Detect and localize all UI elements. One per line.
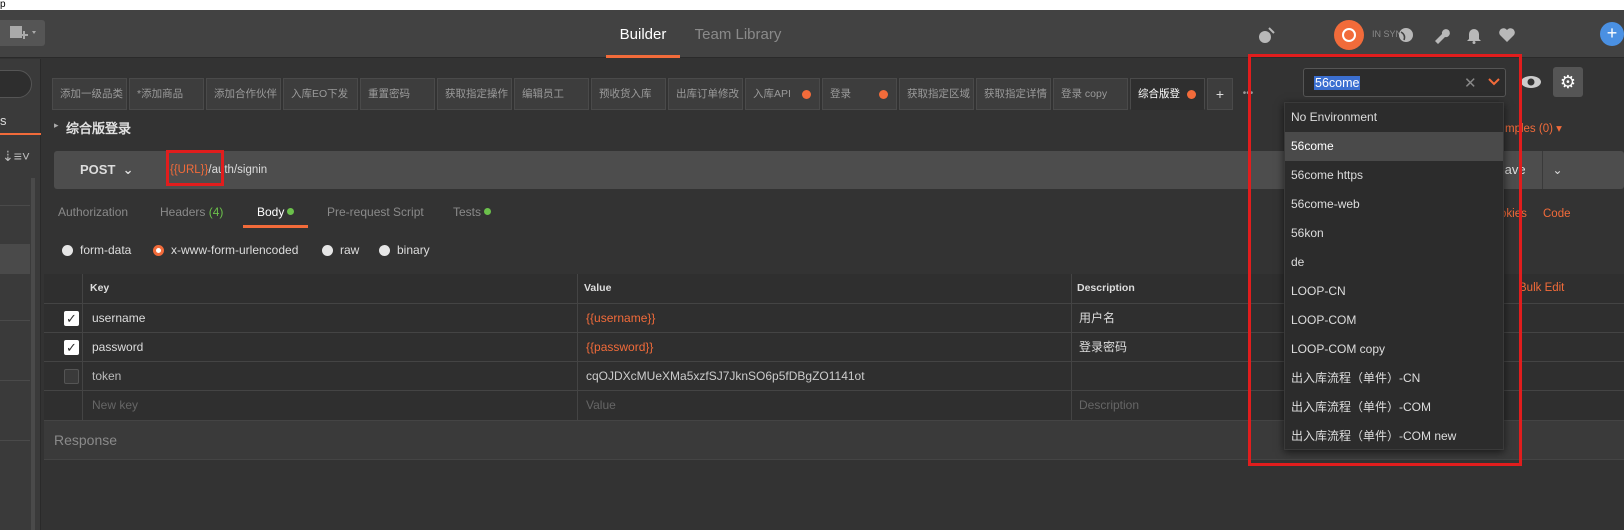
tab-builder[interactable]: Builder [606, 10, 680, 58]
tab-headers[interactable]: Headers (4) [160, 198, 223, 228]
sidebar-divider [0, 440, 30, 441]
request-title: 综合版登录 [66, 121, 132, 136]
new-key-input[interactable]: New key [92, 391, 138, 420]
annotation-highlight-box [1248, 54, 1522, 466]
radio-circle [322, 244, 333, 256]
bell-icon[interactable] [1463, 24, 1485, 46]
request-tab[interactable]: 入库API [745, 78, 820, 110]
tab-tests[interactable]: Tests [453, 198, 492, 228]
unsaved-dot [802, 90, 811, 99]
request-tab[interactable]: 获取指定操作 [437, 78, 512, 110]
sidebar-divider [0, 380, 30, 381]
tab-authorization[interactable]: Authorization [58, 198, 128, 228]
request-tab[interactable]: 重置密码 [360, 78, 435, 110]
request-tab[interactable]: 获取指定区域 [899, 78, 974, 110]
new-tab-plus-icon [10, 26, 36, 39]
code-link[interactable]: Code [1543, 208, 1571, 220]
status-dot [484, 208, 492, 215]
tab-pre-request-script[interactable]: Pre-request Script [327, 198, 424, 228]
column-header-description: Description [1077, 282, 1135, 294]
request-tab[interactable]: 添加合作伙伴 [206, 78, 281, 110]
tab-body[interactable]: Body [243, 198, 309, 228]
request-tab[interactable]: *添加商品 [129, 78, 204, 110]
sidebar-divider [0, 320, 30, 321]
radio-form-data[interactable]: form-data [62, 240, 131, 260]
param-key[interactable]: password [92, 333, 143, 362]
radio-circle-selected [153, 244, 164, 256]
param-value[interactable]: cqOJDXcMUeXMa5xzfSJ7JknSO6p5fDBgZO1141ot [586, 362, 865, 391]
column-header-key: Key [90, 282, 110, 294]
param-description[interactable]: 用户名 [1079, 304, 1115, 333]
chevron-down-icon: ⌄ [122, 162, 134, 177]
satellite-icon[interactable] [1256, 24, 1278, 46]
request-tab[interactable]: 登录 copy [1053, 78, 1128, 110]
radio-binary[interactable]: binary [379, 240, 430, 260]
request-tab[interactable]: 登录 [822, 78, 897, 110]
response-label: Response [54, 432, 118, 448]
radio-x-www-form-urlencoded[interactable]: x-www-form-urlencoded [153, 240, 298, 260]
param-key[interactable]: token [92, 362, 121, 391]
window-title-strip: p [0, 0, 1624, 10]
param-value[interactable]: {{username}} [586, 304, 655, 333]
tab-team-library[interactable]: Team Library [688, 10, 788, 58]
sidebar-search-input[interactable] [0, 70, 32, 98]
new-button[interactable] [0, 20, 45, 46]
request-tab-active[interactable]: 综合版登 [1130, 78, 1205, 110]
sign-in-plus-icon[interactable]: + [1600, 22, 1624, 46]
request-tab[interactable]: 编辑员工 [514, 78, 589, 110]
row-checkbox[interactable]: ✓ [64, 340, 79, 355]
request-tab[interactable]: 入库EO下发 [283, 78, 358, 110]
method-select[interactable]: POST ⌄ [68, 152, 158, 188]
param-value[interactable]: {{password}} [586, 333, 653, 362]
bulk-edit-link[interactable]: Bulk Edit [1519, 282, 1564, 294]
new-value-input[interactable]: Value [586, 391, 616, 420]
request-tab[interactable]: 添加一级品类 [52, 78, 127, 110]
param-key[interactable]: username [92, 304, 145, 333]
row-checkbox[interactable]: ✓ [64, 311, 79, 326]
radio-raw[interactable]: raw [322, 240, 359, 260]
sidebar-tab-history[interactable]: s [0, 113, 41, 135]
request-tab[interactable]: 预收货入库 [591, 78, 666, 110]
collapse-caret-icon[interactable]: ▸ [54, 120, 59, 131]
eye-icon[interactable] [1520, 72, 1542, 92]
sidebar-divider [0, 205, 30, 206]
column-header-value: Value [584, 282, 612, 294]
globe-icon[interactable] [1395, 24, 1417, 46]
param-description[interactable]: 登录密码 [1079, 333, 1127, 362]
sync-icon[interactable] [1334, 20, 1364, 50]
unsaved-dot [879, 90, 888, 99]
save-options-chevron-icon[interactable]: ⌄ [1542, 151, 1572, 189]
request-tab[interactable]: 获取指定详情 [976, 78, 1051, 110]
radio-circle [62, 244, 73, 256]
gear-icon[interactable]: ⚙ [1553, 67, 1583, 97]
wrench-icon[interactable] [1430, 24, 1452, 46]
unsaved-dot [1187, 90, 1196, 99]
add-tab-button[interactable]: + [1207, 78, 1233, 110]
new-description-input[interactable]: Description [1079, 391, 1139, 420]
sidebar-list [0, 178, 35, 530]
request-tab-bar: 添加一级品类 *添加商品 添加合作伙伴 入库EO下发 重置密码 获取指定操作 编… [52, 78, 1261, 110]
status-dot [287, 208, 295, 215]
sidebar-item-selected[interactable] [0, 244, 30, 274]
row-checkbox[interactable] [64, 369, 79, 384]
heart-icon[interactable] [1496, 24, 1518, 46]
radio-circle [379, 244, 390, 256]
annotation-highlight-box [166, 150, 224, 186]
request-tab[interactable]: 出库订单修改 [668, 78, 743, 110]
sort-icon[interactable]: ⇣≡˅ [2, 148, 30, 165]
